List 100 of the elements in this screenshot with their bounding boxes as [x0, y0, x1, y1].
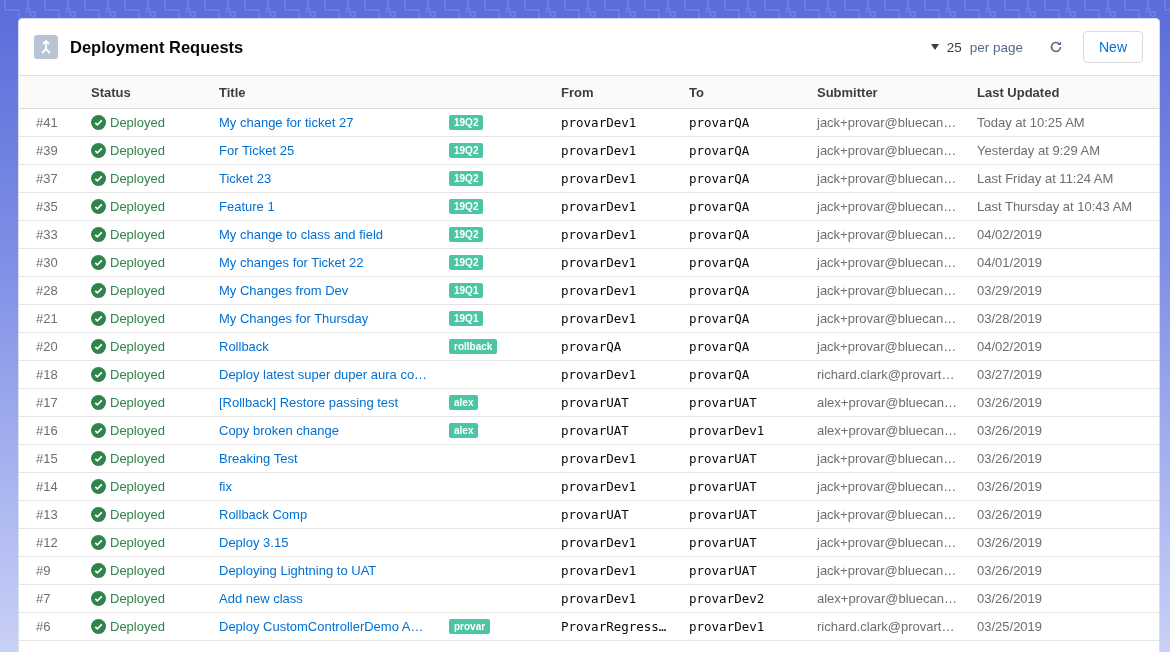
page-size-value[interactable]: 25	[946, 39, 962, 55]
last-updated: Today at 10:25 AM	[977, 115, 1085, 130]
request-number: #14	[36, 479, 58, 494]
submitter-email: jack+provar@bluecan…	[817, 479, 957, 494]
target-org: provarUAT	[689, 451, 757, 466]
target-org: provarQA	[689, 199, 750, 214]
status-text: Deployed	[110, 535, 165, 550]
status-text: Deployed	[110, 199, 165, 214]
page-size-label: per page	[969, 39, 1023, 55]
request-title-link[interactable]: fix	[219, 479, 232, 494]
status-text: Deployed	[110, 507, 165, 522]
column-header: From	[561, 84, 595, 100]
source-org: provarDev1	[561, 255, 637, 270]
check-circle-icon	[91, 199, 106, 214]
column-header: Last Updated	[977, 84, 1061, 100]
request-title-link[interactable]: My change to class and field	[219, 227, 384, 242]
status-text: Deployed	[110, 367, 165, 382]
last-updated: 03/25/2019	[977, 619, 1043, 634]
check-circle-icon	[91, 311, 106, 326]
caret-icon[interactable]	[930, 44, 939, 50]
check-circle-icon	[91, 563, 106, 578]
request-title-link[interactable]: Add new class	[219, 591, 303, 606]
last-updated: Yesterday at 9:29 AM	[977, 143, 1101, 158]
tag: 19Q1	[449, 311, 484, 326]
target-org: provarQA	[689, 115, 750, 130]
column-header: Submitter	[817, 84, 879, 100]
new-button[interactable]: New	[1083, 31, 1143, 63]
status-text: Deployed	[110, 563, 165, 578]
request-title-link[interactable]: For Ticket 25	[219, 143, 295, 158]
last-updated: 03/27/2019	[977, 367, 1043, 382]
request-number: #9	[36, 563, 51, 578]
submitter-email: jack+provar@bluecan…	[817, 143, 957, 158]
source-org: provarDev1	[561, 535, 637, 550]
check-circle-icon	[91, 339, 106, 354]
request-title-link[interactable]: My changes for Ticket 22	[219, 255, 364, 270]
last-updated: 03/26/2019	[977, 451, 1043, 466]
tag: 19Q2	[449, 143, 484, 158]
page-title: Deployment Requests	[70, 37, 245, 57]
request-title-link[interactable]: Deploy CustomControllerDemo A…	[219, 619, 424, 634]
source-org: provarDev1	[561, 283, 637, 298]
last-updated: 03/26/2019	[977, 563, 1043, 578]
check-circle-icon	[91, 619, 106, 634]
target-org: provarUAT	[689, 395, 757, 410]
request-title-link[interactable]: My Changes for Thursday	[219, 311, 369, 326]
tag: 19Q2	[449, 227, 484, 242]
check-circle-icon	[91, 395, 106, 410]
status-text: Deployed	[110, 115, 165, 130]
submitter-email: jack+provar@bluecan…	[817, 199, 957, 214]
status-text: Deployed	[110, 395, 165, 410]
last-updated: 03/26/2019	[977, 479, 1043, 494]
source-org: provarDev1	[561, 311, 637, 326]
request-title-link[interactable]: Deploy 3.15	[219, 535, 289, 550]
request-title-link[interactable]: Rollback	[219, 339, 269, 354]
submitter-email: alex+provar@bluecan…	[817, 591, 958, 606]
submitter-email: richard.clark@provart…	[817, 367, 955, 382]
target-org: provarUAT	[689, 479, 757, 494]
request-title-link[interactable]: [Rollback] Restore passing test	[219, 395, 399, 410]
request-title-link[interactable]: Copy broken change	[219, 423, 339, 438]
tag: 19Q1	[449, 283, 484, 298]
request-title-link[interactable]: Breaking Test	[219, 451, 298, 466]
request-number: #30	[36, 255, 58, 270]
request-number: #17	[36, 395, 58, 410]
request-title-link[interactable]: Deploying Lightning to UAT	[219, 563, 377, 578]
request-number: #41	[36, 115, 58, 130]
status-text: Deployed	[110, 619, 165, 634]
target-org: provarDev1	[689, 423, 765, 438]
request-title-link[interactable]: Deploy latest super duper aura co…	[219, 367, 428, 382]
status-text: Deployed	[110, 311, 165, 326]
check-circle-icon	[91, 255, 106, 270]
request-title-link[interactable]: Feature 1	[219, 199, 275, 214]
request-number: #21	[36, 311, 58, 326]
source-org: provarDev1	[561, 367, 637, 382]
tag: alex	[449, 423, 479, 438]
request-number: #18	[36, 367, 58, 382]
submitter-email: richard.clark@provart…	[817, 619, 955, 634]
tag: rollback	[449, 339, 498, 354]
request-title-link[interactable]: Rollback Comp	[219, 507, 308, 522]
request-number: #20	[36, 339, 58, 354]
check-circle-icon	[91, 451, 106, 466]
refresh-icon[interactable]	[1049, 40, 1063, 54]
last-updated: 03/28/2019	[977, 311, 1043, 326]
source-org: provarDev1	[561, 563, 637, 578]
submitter-email: jack+provar@bluecan…	[817, 311, 957, 326]
source-org: provarDev1	[561, 143, 637, 158]
target-org: provarQA	[689, 255, 750, 270]
request-title-link[interactable]: My Changes from Dev	[219, 283, 349, 298]
submitter-email: jack+provar@bluecan…	[817, 339, 957, 354]
target-org: provarQA	[689, 171, 750, 186]
submitter-email: jack+provar@bluecan…	[817, 171, 957, 186]
request-title-link[interactable]: Ticket 23	[219, 171, 272, 186]
request-title-link[interactable]: My change for ticket 27	[219, 115, 354, 130]
merge-icon	[34, 35, 58, 59]
source-org: provarDev1	[561, 199, 637, 214]
source-org: provarQA	[561, 339, 622, 354]
check-circle-icon	[91, 367, 106, 382]
check-circle-icon	[91, 227, 106, 242]
target-org: provarQA	[689, 227, 750, 242]
tag: 19Q2	[449, 199, 484, 214]
status-text: Deployed	[110, 255, 165, 270]
submitter-email: alex+provar@bluecan…	[817, 423, 958, 438]
